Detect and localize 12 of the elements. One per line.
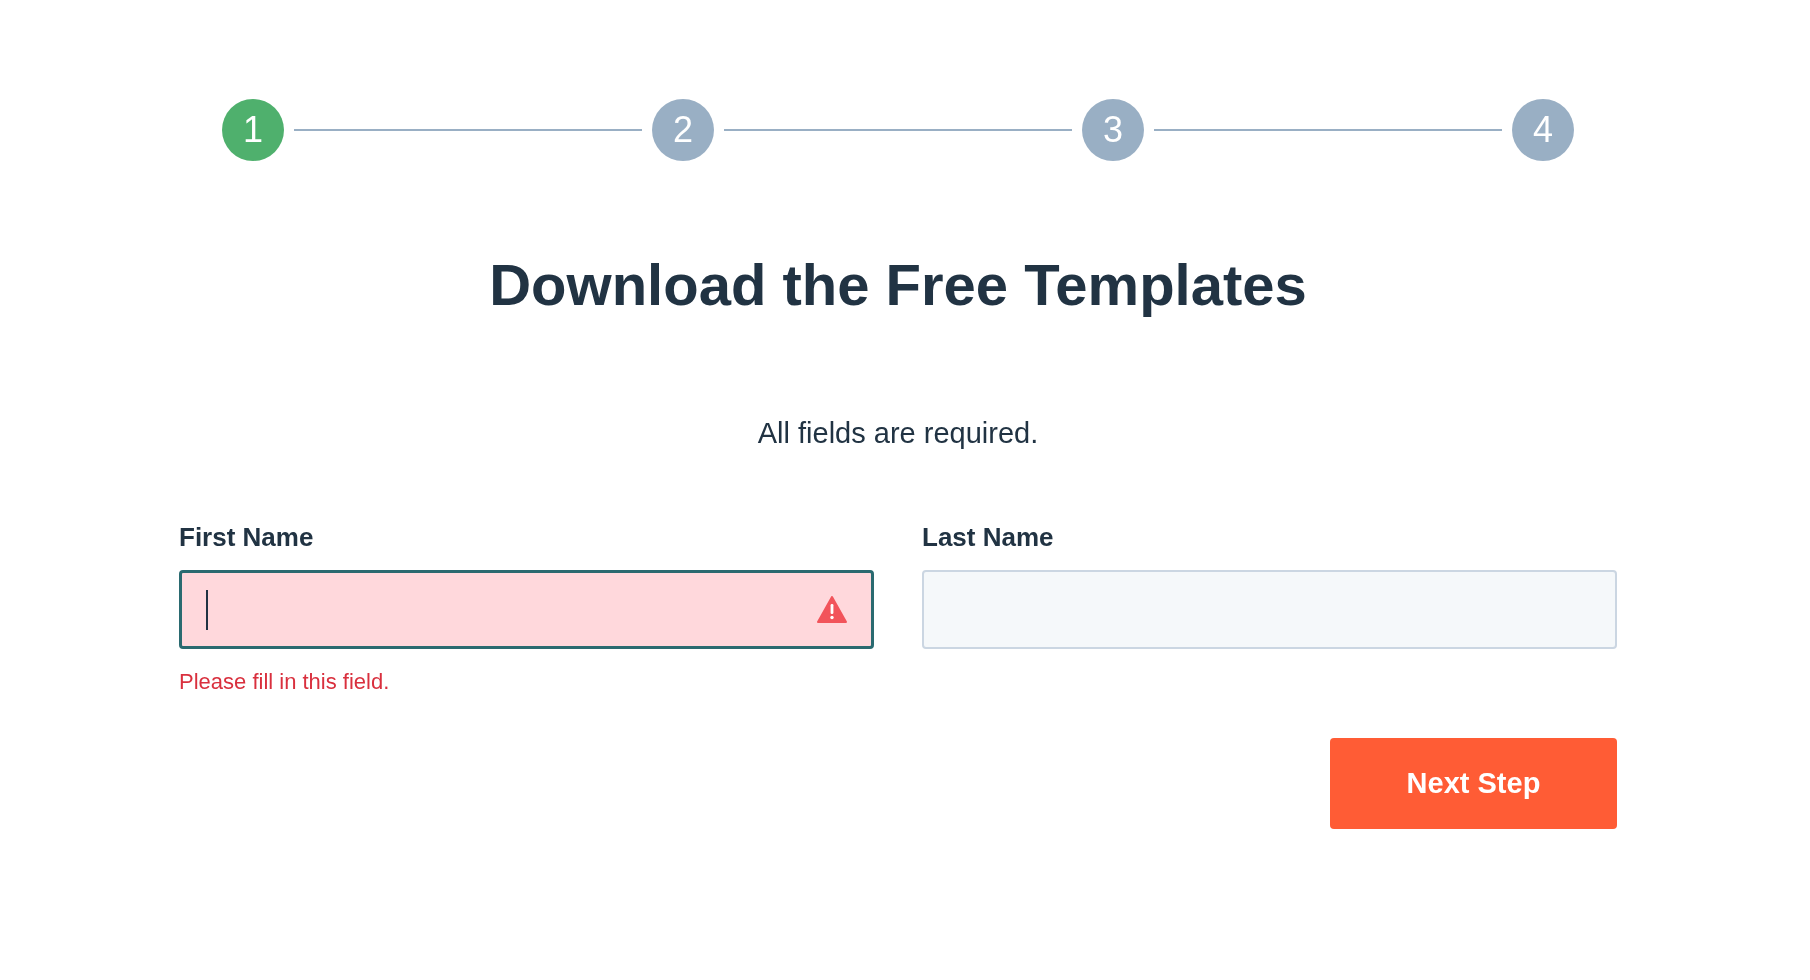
text-input-field[interactable] [179, 570, 874, 649]
error-message: Please fill in this field. [179, 671, 391, 693]
warning-icon [817, 596, 847, 623]
text-cursor [206, 589, 208, 630]
required-note: All fields are required. [756, 419, 1040, 448]
field-label: First Name [179, 524, 315, 554]
step-indicator: 4 [1512, 99, 1574, 161]
field-label: Last Name [922, 524, 1055, 554]
step-indicator: 3 [1082, 99, 1144, 161]
step-indicator: 2 [652, 99, 714, 161]
step-indicator: 1 [222, 99, 284, 161]
next-step-button[interactable]: Next Step [1330, 738, 1617, 829]
